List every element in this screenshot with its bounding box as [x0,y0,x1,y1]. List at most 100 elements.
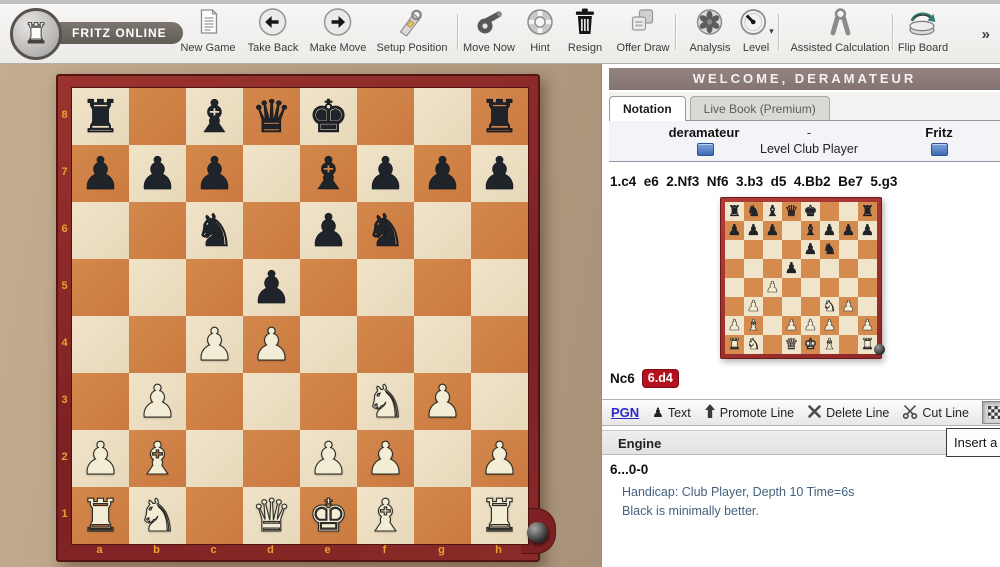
toolbar-offer-draw-button[interactable]: Offer Draw [617,8,670,54]
move-list[interactable]: 1.c4 e6 2.Nf3 Nf6 3.b3 d5 4.Bb2 Be7 5.g3 [610,174,897,189]
square-b6[interactable] [129,202,186,259]
square-e4[interactable] [300,316,357,373]
text-button[interactable]: ♟Text [652,406,691,420]
square-a8[interactable]: ♜ [72,88,129,145]
rank-label: 3 [58,372,71,429]
piece-black-rook: ♜ [479,88,519,145]
current-move-badge[interactable]: 6.d4 [642,369,679,388]
square-b2[interactable]: ♝ [129,430,186,487]
insert-diagram-button[interactable]: Insert a dia [946,428,1000,457]
square-e7[interactable]: ♝ [300,145,357,202]
square-e5 [801,259,820,278]
square-f2[interactable]: ♟ [357,430,414,487]
tab-notation[interactable]: Notation [609,96,686,121]
square-d4[interactable]: ♟ [243,316,300,373]
toolbar-move-now-button[interactable]: Move Now [463,8,515,54]
toolbar-new-game-button[interactable]: New Game [180,8,235,54]
move-nc6[interactable]: Nc6 [610,371,635,386]
square-c7[interactable]: ♟ [186,145,243,202]
square-d7[interactable] [243,145,300,202]
toolbar-hint-button[interactable]: Hint [525,8,555,54]
board-knob [527,522,548,543]
square-h2[interactable]: ♟ [471,430,528,487]
toolbar-flip-board-button[interactable]: Flip Board [898,8,948,54]
rank-labels: 87654321 [58,87,71,543]
square-b8[interactable] [129,88,186,145]
square-f7[interactable]: ♟ [357,145,414,202]
resign-icon [570,6,600,44]
square-a3[interactable] [72,373,129,430]
toolbar-take-back-button[interactable]: Take Back [248,8,299,54]
square-c2[interactable] [186,430,243,487]
square-b1[interactable]: ♞ [129,487,186,544]
square-h3[interactable] [471,373,528,430]
main-toolbar: FRITZ ONLINE ♜ New GameTake BackMake Mov… [0,4,1000,64]
toolbar-make-move-button[interactable]: Make Move [310,8,367,54]
square-c1[interactable] [186,487,243,544]
square-a6[interactable] [72,202,129,259]
square-b5[interactable] [129,259,186,316]
square-f1[interactable]: ♝ [357,487,414,544]
square-e3[interactable] [300,373,357,430]
square-h1[interactable]: ♜ [471,487,528,544]
pgn-button[interactable]: PGN [611,405,639,420]
square-d1[interactable]: ♛ [243,487,300,544]
square-g7[interactable]: ♟ [414,145,471,202]
square-c8[interactable]: ♝ [186,88,243,145]
square-e6[interactable]: ♟ [300,202,357,259]
piece-black-bishop: ♝ [766,202,779,221]
square-e8[interactable]: ♚ [300,88,357,145]
toolbar-more-button[interactable]: » [982,26,990,43]
square-c6[interactable]: ♞ [186,202,243,259]
square-d3[interactable] [243,373,300,430]
square-h6[interactable] [471,202,528,259]
square-d2[interactable] [243,430,300,487]
toolbar-analysis-button[interactable]: Analysis [690,8,731,54]
square-a7[interactable]: ♟ [72,145,129,202]
square-d8[interactable]: ♛ [243,88,300,145]
square-g8[interactable] [414,88,471,145]
square-b3[interactable]: ♟ [129,373,186,430]
cut-line-button[interactable]: Cut Line [902,404,969,422]
square-g3[interactable]: ♟ [414,373,471,430]
square-f5[interactable] [357,259,414,316]
square-a5[interactable] [72,259,129,316]
toolbar-setup-position-button[interactable]: Setup Position [377,8,448,54]
square-c4[interactable]: ♟ [186,316,243,373]
square-h7: ♟ [858,221,877,240]
toolbar-level-button[interactable]: ▾Level [738,8,774,54]
square-h4[interactable] [471,316,528,373]
square-f6[interactable]: ♞ [357,202,414,259]
promote-line-button[interactable]: Promote Line [704,403,794,422]
engine-evaluation-line: Black is minimally better. [622,504,759,518]
toolbar-resign-button[interactable]: Resign [568,8,602,54]
square-e5[interactable] [300,259,357,316]
piece-white-pawn: ♟ [251,316,291,373]
delete-line-button[interactable]: Delete Line [807,404,889,422]
square-h8[interactable]: ♜ [471,88,528,145]
square-e1[interactable]: ♚ [300,487,357,544]
tab-live-book-premium[interactable]: Live Book (Premium) [690,96,830,120]
square-g5[interactable] [414,259,471,316]
square-h5[interactable] [471,259,528,316]
square-e2[interactable]: ♟ [300,430,357,487]
diagram-board-button[interactable] [982,401,1000,424]
square-f4[interactable] [357,316,414,373]
square-f8[interactable] [357,88,414,145]
square-c5[interactable] [186,259,243,316]
square-g1[interactable] [414,487,471,544]
square-b7[interactable]: ♟ [129,145,186,202]
toolbar-assisted-calculation-button[interactable]: Assisted Calculation [790,8,889,54]
square-c3[interactable] [186,373,243,430]
square-h7[interactable]: ♟ [471,145,528,202]
square-g6[interactable] [414,202,471,259]
square-b4[interactable] [129,316,186,373]
square-a2[interactable]: ♟ [72,430,129,487]
square-d6[interactable] [243,202,300,259]
square-d5[interactable]: ♟ [243,259,300,316]
square-g2[interactable] [414,430,471,487]
square-g4[interactable] [414,316,471,373]
square-f3[interactable]: ♞ [357,373,414,430]
square-a4[interactable] [72,316,129,373]
square-a1[interactable]: ♜ [72,487,129,544]
